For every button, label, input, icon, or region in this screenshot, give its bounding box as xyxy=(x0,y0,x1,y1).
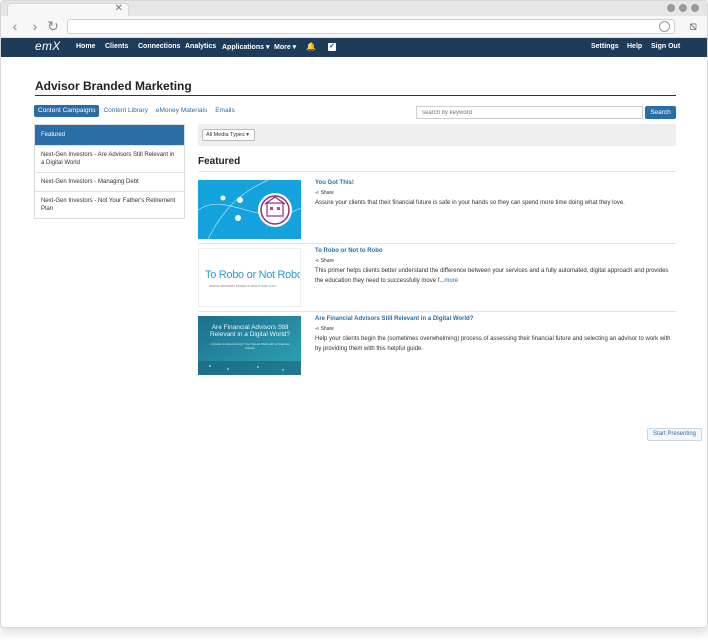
section-divider xyxy=(198,171,676,172)
checkbox-icon[interactable]: ✓ xyxy=(328,43,336,51)
sidebar-item-retirement-plan[interactable]: Next-Gen Investors - Not Your Father's R… xyxy=(35,191,184,218)
window-controls xyxy=(667,4,699,12)
item-description: Assure your clients that their financial… xyxy=(315,200,625,206)
content-item: You Got This! ⋖ Share Assure your client… xyxy=(198,180,676,242)
sidebar-item-digital-world[interactable]: Next-Gen Investors - Are Advisors Still … xyxy=(35,145,184,172)
thumbnail-title: Are Financial Advisors Still Relevant in… xyxy=(209,324,291,338)
thumbnail-title: To Robo or Not Robo xyxy=(205,269,301,281)
sidebar-item-featured[interactable]: Featured xyxy=(35,125,184,145)
extension-icon[interactable]: ⧅ xyxy=(689,19,697,34)
nav-settings[interactable]: Settings xyxy=(591,43,619,50)
item-divider xyxy=(198,243,676,244)
browser-tabstrip: ✕ xyxy=(1,1,707,16)
item-description: This primer helps clients better underst… xyxy=(315,267,676,286)
close-tab-icon[interactable]: ✕ xyxy=(115,3,123,14)
page-title: Advisor Branded Marketing xyxy=(35,79,192,93)
item-title[interactable]: Are Financial Advisors Still Relevant in… xyxy=(315,316,473,322)
thumbnail-you-got-this[interactable] xyxy=(198,180,301,239)
item-description: Help your clients begin the (sometimes o… xyxy=(315,336,671,352)
item-description-text: This primer helps clients better underst… xyxy=(315,268,669,284)
item-title[interactable]: To Robo or Not to Robo xyxy=(315,248,383,254)
nav-applications[interactable]: Applications ▾ xyxy=(222,43,269,51)
start-presenting-button[interactable]: Start Presenting xyxy=(647,428,702,441)
nav-sign-out[interactable]: Sign Out xyxy=(651,43,680,50)
bell-icon[interactable]: 🔔 xyxy=(306,42,316,51)
app-logo[interactable]: emX xyxy=(35,39,61,53)
search-button[interactable]: Search xyxy=(645,106,676,119)
item-title[interactable]: You Got This! xyxy=(315,180,354,186)
browser-tab[interactable]: ✕ xyxy=(7,3,129,16)
thumbnail-image xyxy=(198,180,301,239)
share-link[interactable]: ⋖ Share xyxy=(315,258,334,264)
share-label: Share xyxy=(320,326,334,332)
nav-home[interactable]: Home xyxy=(76,43,95,50)
thumbnail-subtitle: WHICH ADVISORY MODEL IS RIGHT FOR YOU? xyxy=(209,284,277,288)
nav-clients[interactable]: Clients xyxy=(105,43,128,50)
thumbnail-financial-advisors[interactable]: Are Financial Advisors Still Relevant in… xyxy=(198,316,301,375)
nav-more[interactable]: More ▾ xyxy=(274,43,296,51)
content-item: Are Financial Advisors Still Relevant in… xyxy=(198,316,676,378)
nav-connections[interactable]: Connections xyxy=(138,43,180,50)
share-link[interactable]: ⋖ Share xyxy=(315,326,334,332)
media-type-select[interactable]: All Media Types ▾ xyxy=(202,129,255,141)
thumbnail-subtitle: A Guide to Determining If You Should Wor… xyxy=(210,342,290,350)
tab-emoney-materials[interactable]: eMoney Materials xyxy=(152,105,211,117)
forward-icon[interactable]: › xyxy=(27,18,43,34)
window-control-dot[interactable] xyxy=(691,4,699,12)
reload-icon[interactable]: ↻ xyxy=(45,18,61,34)
globe-icon xyxy=(659,21,670,32)
nav-analytics[interactable]: Analytics xyxy=(185,43,216,50)
campaign-sidebar: Featured Next-Gen Investors - Are Adviso… xyxy=(34,124,185,219)
back-icon[interactable]: ‹ xyxy=(7,18,23,34)
content-tabs: Content Campaigns Content Library eMoney… xyxy=(34,105,239,117)
browser-toolbar: ‹ › ↻ ⧅ xyxy=(1,16,707,38)
address-bar[interactable] xyxy=(67,19,675,34)
thumbnail-robo[interactable]: To Robo or Not Robo WHICH ADVISORY MODEL… xyxy=(198,248,301,307)
sidebar-item-managing-debt[interactable]: Next-Gen Investors - Managing Debt xyxy=(35,172,184,191)
share-link[interactable]: ⋖ Share xyxy=(315,190,334,196)
share-label: Share xyxy=(320,190,334,196)
window-control-dot[interactable] xyxy=(667,4,675,12)
tab-emails[interactable]: Emails xyxy=(211,105,239,117)
tab-content-library[interactable]: Content Library xyxy=(99,105,151,117)
search-input[interactable] xyxy=(416,106,643,119)
browser-window: ✕ ‹ › ↻ ⧅ emX Home Clients Connections A… xyxy=(0,0,708,628)
title-divider xyxy=(35,95,676,96)
window-control-dot[interactable] xyxy=(679,4,687,12)
share-label: Share xyxy=(320,258,334,264)
app-navbar: emX Home Clients Connections Analytics A… xyxy=(1,38,707,57)
section-title: Featured xyxy=(198,156,241,167)
item-divider xyxy=(198,311,676,312)
more-link[interactable]: more xyxy=(444,278,458,284)
filter-bar: All Media Types ▾ xyxy=(198,124,676,146)
content-item: To Robo or Not Robo WHICH ADVISORY MODEL… xyxy=(198,248,676,310)
nav-help[interactable]: Help xyxy=(627,43,642,50)
tab-content-campaigns[interactable]: Content Campaigns xyxy=(34,105,100,117)
